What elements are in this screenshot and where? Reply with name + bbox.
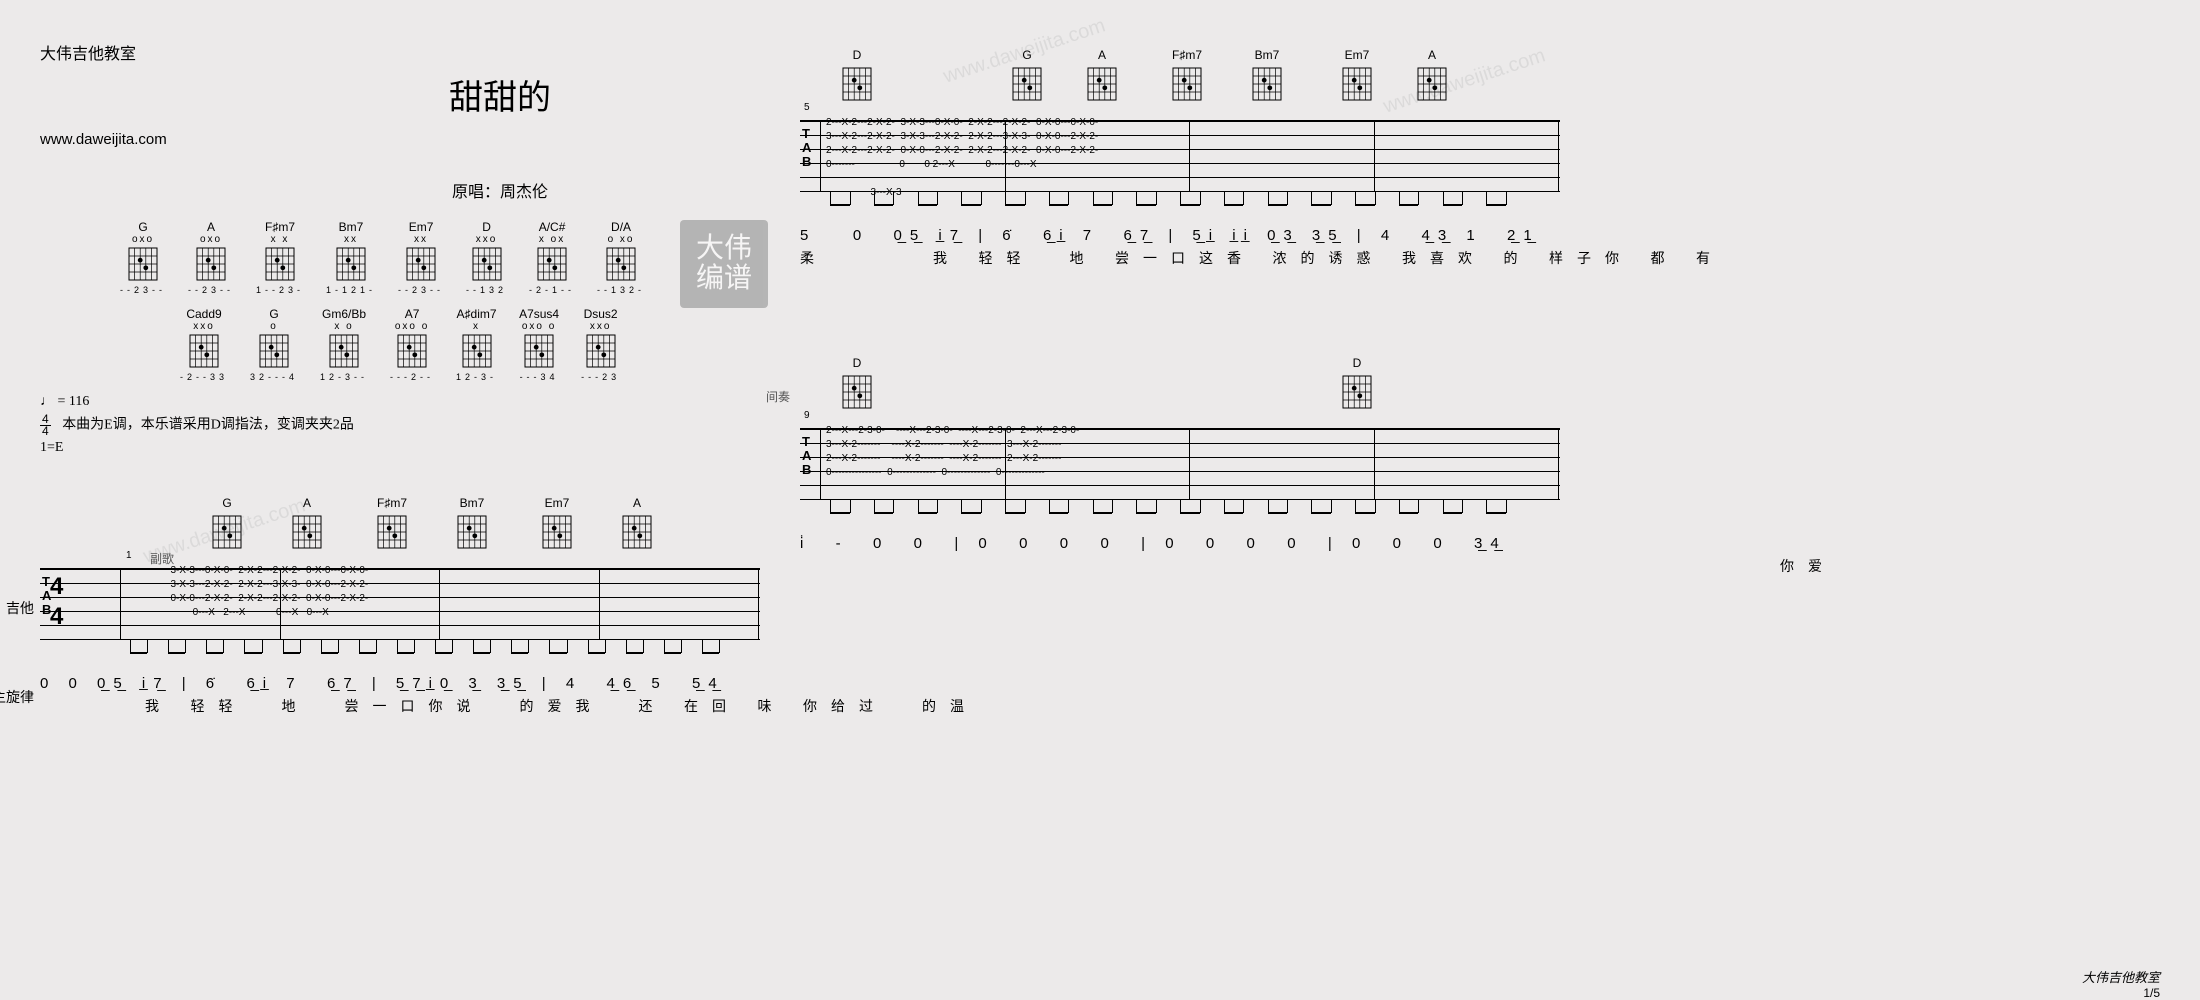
chord-diagram: F♯m7x x1--23-	[256, 220, 304, 295]
chord-diagram: Go32---4	[250, 307, 298, 382]
bar-number: 1	[126, 550, 132, 561]
chord-diagram: D/Ao xo--132-	[597, 220, 645, 295]
artist-line: 原唱：周杰伦	[240, 178, 760, 202]
left-column: 大伟吉他教室 甜甜的 www.daweijita.com 原唱：周杰伦 Goxo…	[40, 40, 760, 716]
chord-diagram: A	[1415, 48, 1449, 105]
chord-diagram: Bm7	[455, 496, 489, 553]
melody-line: 0 0 0̲5̲ i̲7̲ | 6̇ 6̲i̲ 7 6̲7̲ | 5̲7̲i̲0…	[40, 675, 760, 692]
key-label: 1=E	[40, 437, 760, 458]
bar-number: 5	[804, 102, 810, 113]
chord-palette-row-2: Cadd9xxo-2--33 Go32---4 Gm6/Bbx o12-3-- A7o…	[180, 307, 760, 382]
melody-label: 主旋律	[0, 687, 34, 707]
chord-diagram: D	[1340, 356, 1374, 413]
page-number: 1/5	[2143, 986, 2160, 1000]
chord-diagram: F♯m7	[375, 496, 409, 553]
author-stamp: 大伟 编谱	[680, 220, 768, 308]
chord-diagram: Bm7xx1-121-	[326, 220, 376, 295]
footer-credit: 大伟吉他教室	[2082, 967, 2160, 986]
chord-diagram: Dsus2xxo---23	[581, 307, 620, 382]
chord-diagram: Aoxo--23--	[188, 220, 234, 295]
chord-diagram: Cadd9xxo-2--33	[180, 307, 228, 382]
tempo: ♩ = 116	[40, 394, 760, 410]
chord-diagram: G	[1010, 48, 1044, 105]
chord-diagram: D	[840, 48, 874, 105]
chord-diagram: Dxxo--132	[466, 220, 507, 295]
tab-staff: TAB 4 4 3-X-3---0-X-0- 2-X-2---2-X-2- 0-…	[40, 568, 760, 640]
tab-staff: TAB 2---X-2---2-X-2- 3-X-3---0-X-0- 2-X-…	[800, 120, 1560, 192]
melody-line: i̇ - 0 0 | 0 0 0 0 | 0 0 0 0 | 0 0 0 3̲4…	[800, 535, 1560, 552]
tab-system-3: 9 间奏 DD TAB 2---X---2-3-0- ----X---2-3-0…	[800, 428, 1560, 576]
key-note: 本曲为E调，本乐谱采用D调指法，变调夹夹2品	[62, 418, 354, 433]
lyrics-line: 我 轻轻 地 尝一口你说 的爱我 还 在回 味 你给过 的温	[40, 696, 760, 716]
chord-diagram: A	[1085, 48, 1119, 105]
tab-system-2: 5 DGAF♯m7Bm7Em7A TAB 2---X-2---2-X-2- 3-…	[800, 120, 1560, 268]
chord-diagram: Em7	[1340, 48, 1374, 105]
chord-diagram: D	[840, 356, 874, 413]
lyrics-line: 柔 我 轻轻 地 尝一口这香 浓的诱惑 我喜欢 的 样子你 都 有	[800, 248, 1560, 268]
chord-diagram: Em7	[540, 496, 574, 553]
chord-diagram: Em7xx--23--	[398, 220, 444, 295]
time-signature: 4 4	[40, 414, 51, 437]
brand-url: www.daweijita.com	[40, 131, 760, 148]
chord-diagram: A♯dim7x12-3-	[456, 307, 497, 382]
bar-number: 9	[804, 410, 810, 421]
timesig-tab-bot: 4	[50, 603, 63, 631]
section-label: 间奏	[766, 388, 790, 405]
chord-diagram: A/C#x ox-2-1--	[529, 220, 575, 295]
tab-staff: TAB 2---X---2-3-0- ----X---2-3-0- ----X-…	[800, 428, 1560, 500]
chord-diagram: F♯m7	[1170, 48, 1204, 105]
subtitle-prefix: 原唱：	[452, 184, 500, 201]
right-column: 5 DGAF♯m7Bm7Em7A TAB 2---X-2---2-X-2- 3-…	[800, 30, 1560, 576]
chord-diagram: G	[210, 496, 244, 553]
chord-diagram: A7oxo o---2--	[390, 307, 434, 382]
lyrics-line: 你爱	[800, 556, 1560, 576]
chord-palette-row-1: Goxo--23-- Aoxo--23-- F♯m7x x1--23- Bm7xx1-…	[120, 220, 760, 295]
chord-diagram: Goxo--23--	[120, 220, 166, 295]
chord-diagram: A	[290, 496, 324, 553]
chord-diagram: A7sus4oxo o---34	[519, 307, 559, 382]
melody-line: 5 0 0̲5̲ i̲7̲ | 6̇ 6̲i̲ 7 6̲7̲ | 5̲i̲ i̲…	[800, 227, 1560, 244]
chord-diagram: Gm6/Bbx o12-3--	[320, 307, 368, 382]
artist-name: 周杰伦	[500, 184, 548, 201]
meta-line: 4 4 本曲为E调，本乐谱采用D调指法，变调夹夹2品	[40, 414, 760, 437]
song-title: 甜甜的	[240, 70, 760, 119]
chord-diagram: A	[620, 496, 654, 553]
chord-diagram: Bm7	[1250, 48, 1284, 105]
instrument-label: 吉他	[6, 598, 34, 618]
tab-system-1: 吉他 1 副歌 GAF♯m7Bm7Em7A TAB 4 4 3-X-3---0-…	[40, 568, 760, 716]
brand-text: 大伟吉他教室	[40, 40, 760, 64]
